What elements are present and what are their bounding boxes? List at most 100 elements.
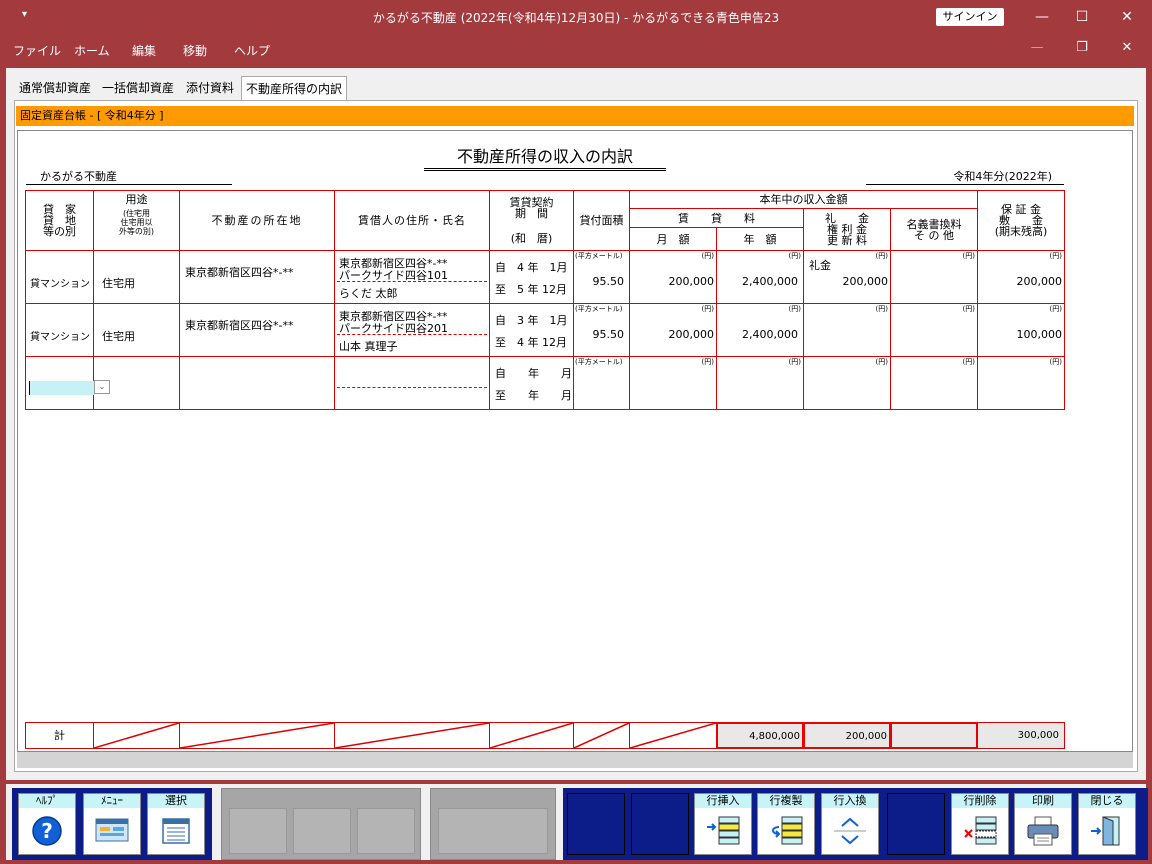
unit-yen: (円) bbox=[788, 252, 801, 260]
unit-yen: (円) bbox=[962, 305, 975, 313]
row1-period-cell[interactable]: 自 4 年 1月 至 5 年 12月 bbox=[489, 250, 574, 304]
doc-close-button[interactable]: ✕ bbox=[1112, 40, 1142, 55]
row1-other-cell[interactable]: (円) bbox=[890, 250, 978, 304]
menu-home[interactable]: ホーム bbox=[74, 42, 110, 59]
owner-name: かるがる不動産 bbox=[26, 168, 232, 185]
row3-area-cell[interactable]: (平方メートル) bbox=[573, 356, 630, 410]
list-select-icon bbox=[148, 810, 204, 852]
row2-monthly-cell[interactable]: (円) 200,000 bbox=[629, 303, 717, 357]
row1-location-cell[interactable]: 東京都新宿区四谷*-** bbox=[179, 250, 335, 304]
row3-period-cell[interactable]: 自 年 月 至 年 月 bbox=[489, 356, 574, 410]
row2-type-cell[interactable]: 貸マンション bbox=[25, 303, 94, 357]
tab-lump-depreciation[interactable]: 一括償却資産 bbox=[98, 76, 178, 100]
total-key-money-cell: 200,000 bbox=[803, 722, 891, 749]
total-slash-cell bbox=[629, 722, 717, 749]
row1-usage-cell[interactable]: 住宅用 bbox=[93, 250, 180, 304]
header-other: 名義書換料 そ の 他 bbox=[890, 208, 978, 251]
horizontal-scrollbar[interactable] bbox=[17, 752, 1133, 768]
doc-restore-button[interactable]: ❐ bbox=[1067, 40, 1097, 55]
help-button[interactable]: ﾍﾙﾌﾟ ? bbox=[18, 793, 76, 855]
document-title: 不動産所得の収入の内訳 bbox=[424, 143, 666, 171]
row2-key-money-cell[interactable]: (円) bbox=[803, 303, 891, 357]
row1-annual-cell[interactable]: (円) 2,400,000 bbox=[716, 250, 804, 304]
total-annual-cell: 4,800,000 bbox=[716, 722, 804, 749]
tab-real-estate-income[interactable]: 不動産所得の内訳 bbox=[241, 76, 348, 100]
row2-annual: 2,400,000 bbox=[742, 328, 798, 341]
row3-location-cell[interactable] bbox=[179, 356, 335, 410]
row1-type-cell[interactable]: 貸マンション bbox=[25, 250, 94, 304]
row1-area-cell[interactable]: (平方メートル) 95.50 bbox=[573, 250, 630, 304]
header-key-money: 礼 金 権 利 金 更 新 料 bbox=[803, 208, 891, 251]
tab-regular-depreciation[interactable]: 通常償却資産 bbox=[15, 76, 95, 100]
copy-row-icon bbox=[758, 810, 814, 852]
row2-area: 95.50 bbox=[592, 328, 625, 341]
row2-deposit-cell[interactable]: (円) 100,000 bbox=[977, 303, 1065, 357]
total-annual: 4,800,000 bbox=[749, 731, 800, 742]
header-income-group: 本年中の収入金額 bbox=[629, 190, 978, 209]
row1-tenant-cell[interactable]: 東京都新宿区四谷*-** パークサイド四谷101 らくだ 太郎 bbox=[334, 250, 490, 304]
row1-location: 東京都新宿区四谷*-** bbox=[185, 266, 294, 279]
menu-file[interactable]: ファイル bbox=[13, 42, 61, 59]
header-type: 貸 家 貸 地 等の別 bbox=[25, 190, 94, 251]
select-button[interactable]: 選択 bbox=[147, 793, 205, 855]
row3-type-input[interactable] bbox=[29, 381, 95, 395]
unit-sqm: (平方メートル) bbox=[575, 252, 623, 260]
menu-bar: ファイル ホーム 編集 移動 ヘルプ bbox=[0, 34, 1152, 64]
swap-row-button[interactable]: 行入換 bbox=[821, 793, 879, 855]
row1-key-money-cell[interactable]: (円) 礼金 200,000 bbox=[803, 250, 891, 304]
empty-slot bbox=[293, 808, 351, 854]
row2-other-cell[interactable]: (円) bbox=[890, 303, 978, 357]
row2-area-cell[interactable]: (平方メートル) 95.50 bbox=[573, 303, 630, 357]
close-window-button[interactable]: ✕ bbox=[1112, 6, 1142, 28]
select-button-label: 選択 bbox=[148, 794, 204, 808]
row3-monthly-cell[interactable]: (円) bbox=[629, 356, 717, 410]
unit-yen: (円) bbox=[788, 305, 801, 313]
row2-tenant-cell[interactable]: 東京都新宿区四谷*-** パークサイド四谷201 山本 真理子 bbox=[334, 303, 490, 357]
row1-key-label: 礼金 bbox=[809, 259, 831, 272]
swap-arrows-icon bbox=[822, 810, 878, 852]
unit-yen: (円) bbox=[788, 358, 801, 366]
empty-slot bbox=[357, 808, 415, 854]
row3-deposit-cell[interactable]: (円) bbox=[977, 356, 1065, 410]
row2-period-cell[interactable]: 自 3 年 1月 至 4 年 12月 bbox=[489, 303, 574, 357]
insert-row-button[interactable]: 行挿入 bbox=[694, 793, 752, 855]
menu-help[interactable]: ヘルプ bbox=[234, 42, 270, 59]
row1-deposit: 200,000 bbox=[1016, 275, 1063, 288]
unit-yen: (円) bbox=[875, 252, 888, 260]
header-period-title: 賃貸契約 期 間 bbox=[509, 196, 554, 220]
row3-tenant-cell[interactable] bbox=[334, 356, 490, 410]
unit-yen: (円) bbox=[701, 358, 714, 366]
signin-button[interactable]: サインイン bbox=[936, 8, 1004, 26]
unit-yen: (円) bbox=[1049, 252, 1062, 260]
row1-area: 95.50 bbox=[592, 275, 625, 288]
row1-monthly-cell[interactable]: (円) 200,000 bbox=[629, 250, 717, 304]
menu-edit[interactable]: 編集 bbox=[132, 42, 156, 59]
empty-slot bbox=[887, 793, 945, 855]
unit-sqm: (平方メートル) bbox=[575, 305, 623, 313]
title-bar: ▾ かるがる不動産 (2022年(令和4年)12月30日) - かるがるできる青… bbox=[0, 0, 1152, 34]
svg-text:?: ? bbox=[41, 819, 53, 843]
delete-row-button[interactable]: 行削除 bbox=[951, 793, 1009, 855]
minimize-button[interactable]: — bbox=[1027, 6, 1057, 28]
copy-row-button[interactable]: 行複製 bbox=[757, 793, 815, 855]
row2-usage-cell[interactable]: 住宅用 bbox=[93, 303, 180, 357]
menu-button[interactable]: ﾒﾆｭｰ bbox=[83, 793, 141, 855]
total-deposit-cell: 300,000 bbox=[977, 722, 1065, 749]
row3-usage-cell[interactable] bbox=[93, 356, 180, 410]
row3-other-cell[interactable]: (円) bbox=[890, 356, 978, 410]
row3-key-money-cell[interactable]: (円) bbox=[803, 356, 891, 410]
maximize-button[interactable]: ☐ bbox=[1067, 6, 1097, 28]
close-button[interactable]: 閉じる bbox=[1078, 793, 1136, 855]
tab-attachments[interactable]: 添付資料 bbox=[182, 76, 238, 100]
row2-location-cell[interactable]: 東京都新宿区四谷*-** bbox=[179, 303, 335, 357]
row1-deposit-cell[interactable]: (円) 200,000 bbox=[977, 250, 1065, 304]
row3-period-from: 自 年 月 bbox=[495, 367, 572, 380]
print-button[interactable]: 印刷 bbox=[1014, 793, 1072, 855]
menu-move[interactable]: 移動 bbox=[183, 42, 207, 59]
row3-type-cell[interactable] bbox=[25, 356, 95, 410]
header-usage-sub: (住宅用 住宅用以 外等の別) bbox=[118, 209, 155, 236]
row2-deposit: 100,000 bbox=[1016, 328, 1063, 341]
row3-annual-cell[interactable]: (円) bbox=[716, 356, 804, 410]
empty-slot bbox=[229, 808, 287, 854]
row2-annual-cell[interactable]: (円) 2,400,000 bbox=[716, 303, 804, 357]
